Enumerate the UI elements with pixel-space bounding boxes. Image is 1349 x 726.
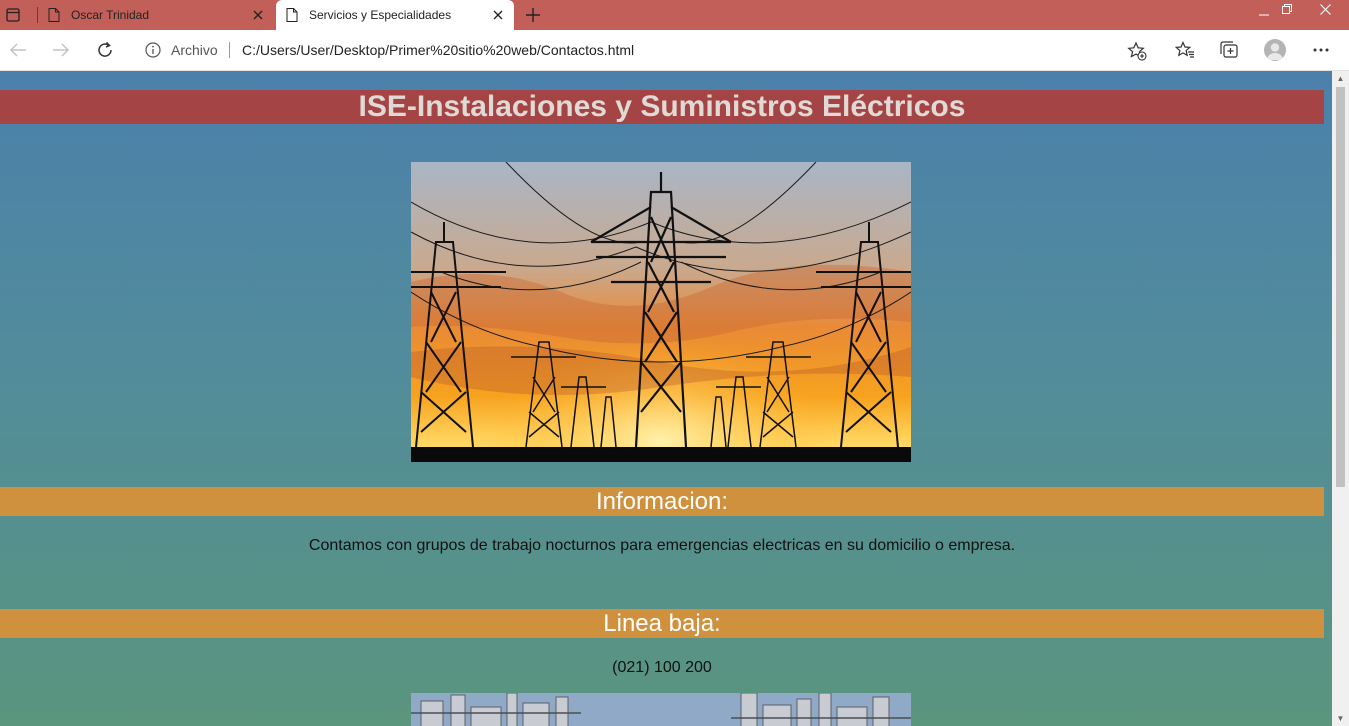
forward-arrow-icon[interactable] xyxy=(49,38,73,62)
page-scrollbar[interactable]: ▲ ▼ xyxy=(1332,71,1349,726)
back-arrow-icon[interactable] xyxy=(6,38,30,62)
favorites-icon[interactable] xyxy=(1173,38,1197,62)
tab-servicios-y-especialidades[interactable]: Servicios y Especialidades xyxy=(276,0,514,30)
refresh-icon[interactable] xyxy=(93,38,117,62)
info-icon[interactable] xyxy=(145,42,161,58)
section-heading-informacion: Informacion: xyxy=(0,487,1324,516)
restore-icon[interactable] xyxy=(1271,0,1303,24)
address-bar[interactable]: Archivo C:/Users/User/Desktop/Primer%20s… xyxy=(133,35,1157,65)
power-lines-sunset-image xyxy=(411,162,911,462)
scroll-down-arrow-icon[interactable]: ▼ xyxy=(1336,714,1345,723)
tab-actions-icon[interactable] xyxy=(4,6,22,24)
scroll-up-arrow-icon[interactable]: ▲ xyxy=(1336,74,1345,83)
browser-toolbar: Archivo C:/Users/User/Desktop/Primer%20s… xyxy=(0,30,1349,71)
tab-title: Oscar Trinidad xyxy=(71,8,150,22)
close-icon[interactable] xyxy=(490,7,506,23)
browser-titlebar: Oscar Trinidad Servicios y Especialidade… xyxy=(0,0,1349,30)
tab-title: Servicios y Especialidades xyxy=(309,8,452,22)
address-scheme-label: Archivo xyxy=(171,42,218,58)
page-icon xyxy=(286,8,298,22)
industrial-plant-image xyxy=(411,693,911,726)
tab-oscar-trinidad[interactable]: Oscar Trinidad xyxy=(38,0,274,30)
page-title: ISE-Instalaciones y Suministros Eléctric… xyxy=(0,90,1324,124)
section-text-informacion: Contamos con grupos de trabajo nocturnos… xyxy=(308,537,1016,554)
close-icon[interactable] xyxy=(250,7,266,23)
page-viewport: ISE-Instalaciones y Suministros Eléctric… xyxy=(0,71,1332,726)
page-icon xyxy=(48,8,60,22)
profile-icon[interactable] xyxy=(1264,39,1286,61)
plus-icon[interactable] xyxy=(522,5,544,25)
address-url[interactable]: C:/Users/User/Desktop/Primer%20sitio%20w… xyxy=(242,42,634,58)
collections-icon[interactable] xyxy=(1217,38,1241,62)
scrollbar-thumb[interactable] xyxy=(1336,87,1345,487)
add-favorite-icon[interactable] xyxy=(1127,41,1147,61)
section-text-linea-baja: (021) 100 200 xyxy=(612,659,712,676)
more-icon[interactable] xyxy=(1309,38,1333,62)
window-close-icon[interactable] xyxy=(1309,0,1341,24)
address-divider xyxy=(229,42,230,58)
section-heading-linea-baja: Linea baja: xyxy=(0,609,1324,638)
